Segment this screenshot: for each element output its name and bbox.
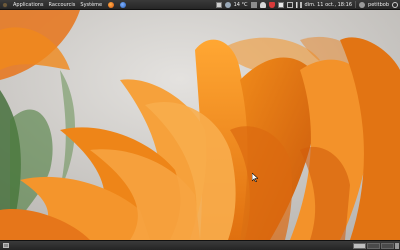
user-status-icon[interactable] (359, 1, 366, 8)
weather-temperature[interactable]: 14 °C (234, 0, 248, 10)
trash-icon[interactable] (395, 243, 399, 249)
top-panel: Applications Raccourcis Système 14 °C di… (0, 0, 400, 10)
user-icon[interactable] (259, 1, 266, 8)
panel-separator (355, 1, 357, 8)
network-icon[interactable] (250, 1, 257, 8)
bottom-panel (0, 240, 400, 250)
flower-wallpaper-image (0, 10, 400, 240)
help-icon[interactable] (120, 1, 127, 8)
workspace-1[interactable] (353, 243, 366, 249)
system-tray: 14 °C dim. 11 oct., 18:16 petitbob (215, 0, 398, 10)
menu-applications[interactable]: Applications (13, 0, 44, 10)
mail-icon[interactable] (277, 1, 284, 8)
username[interactable]: petitbob (368, 0, 389, 10)
weather-icon[interactable] (224, 1, 231, 8)
main-menu: Applications Raccourcis Système (2, 0, 127, 10)
desktop-wallpaper[interactable] (0, 10, 400, 240)
distro-logo-icon[interactable] (2, 1, 8, 8)
show-desktop-icon[interactable] (3, 243, 9, 248)
notes-icon[interactable] (215, 1, 222, 8)
clock[interactable]: dim. 11 oct., 18:16 (305, 0, 353, 10)
power-icon[interactable] (392, 1, 398, 8)
workspace-3[interactable] (381, 243, 394, 249)
volume-icon[interactable] (295, 1, 302, 8)
menu-system[interactable]: Système (80, 0, 102, 10)
menu-places[interactable]: Raccourcis (49, 0, 76, 10)
shield-icon[interactable] (268, 1, 275, 8)
workspace-2[interactable] (367, 243, 380, 249)
network-status-icon[interactable] (286, 1, 293, 8)
mouse-cursor-icon (252, 173, 258, 182)
firefox-icon[interactable] (108, 1, 115, 8)
